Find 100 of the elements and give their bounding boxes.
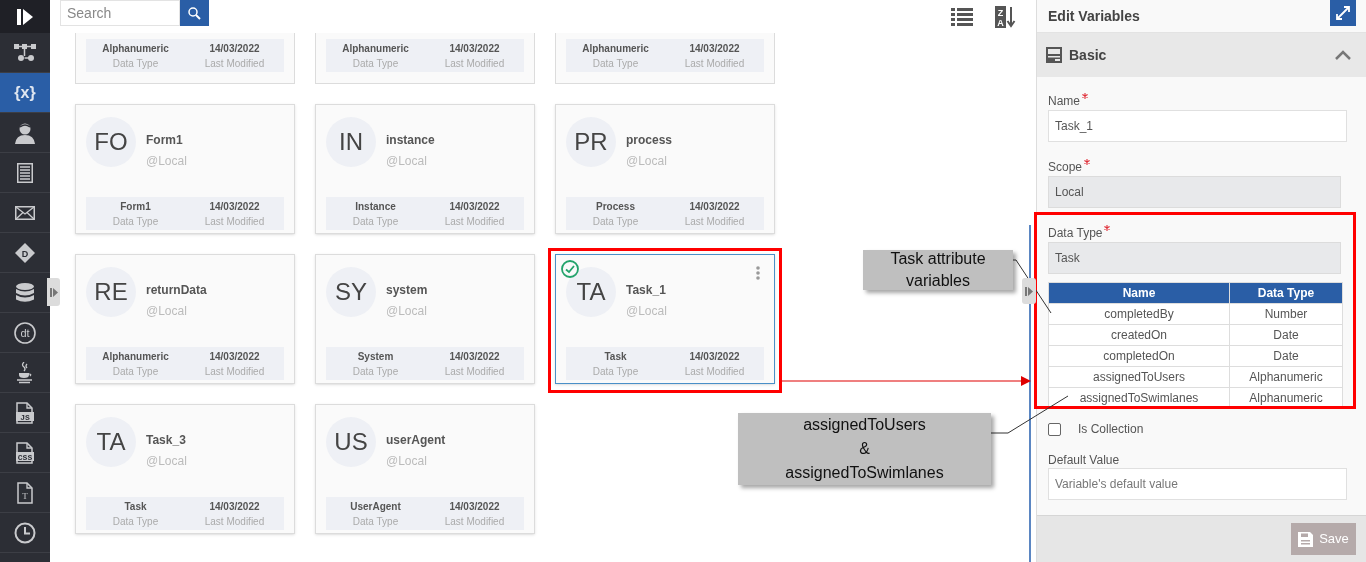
avatar: IN (326, 117, 376, 167)
last-modified-label: Last Modified (204, 214, 265, 229)
last-modified-label: Last Modified (444, 56, 505, 71)
last-modified-value: 14/03/2022 (209, 499, 260, 514)
last-modified-value: 14/03/2022 (449, 349, 500, 364)
variable-card[interactable]: FO Form1 @Local Form1 Data Type 14/03/2022 Last Modified (75, 104, 295, 234)
variable-card[interactable]: US userAgent @Local UserAgent Data Type 14/03/2022 Last Modified (315, 404, 535, 534)
table-cell: Date (1229, 345, 1343, 367)
avatar: FO (86, 117, 136, 167)
field-label: Scope (1048, 159, 1083, 176)
variable-card[interactable]: PR process @Local Process Data Type 14/03/2022 Last Modified (555, 104, 775, 234)
table-cell: createdOn (1048, 324, 1230, 346)
variable-name: process (626, 133, 673, 148)
last-modified-value: 14/03/2022 (689, 41, 740, 56)
data-type-label: Data Type (352, 364, 399, 379)
data-type-label: Data Type (352, 514, 399, 529)
text-field[interactable]: Task_1 (1048, 110, 1347, 142)
table-cell: assignedToSwimlanes (1048, 387, 1230, 409)
last-modified-label: Last Modified (204, 514, 265, 529)
sort-button[interactable]: Z A (994, 4, 1018, 29)
callout-text: variables (906, 271, 970, 291)
expand-icon (49, 287, 58, 297)
variable-card[interactable]: IN instance @Local Instance Data Type 14/03/2022 Last Modified (315, 104, 535, 234)
data-type-label: Data Type (112, 56, 159, 71)
data-type-label: Data Type (112, 364, 159, 379)
data-type-value: Instance (355, 199, 396, 214)
chevron-up-icon (1335, 50, 1351, 60)
flow-diagram-icon (14, 43, 36, 62)
avatar: US (326, 417, 376, 467)
avatar: TA (566, 267, 616, 317)
last-modified-value: 14/03/2022 (449, 41, 500, 56)
variable-scope: @Local (146, 454, 187, 469)
data-type-label: Data Type (592, 364, 639, 379)
more-options-button[interactable] (756, 266, 760, 280)
variable-card[interactable]: RE returnData @Local Alphanumeric Data Type 14/03/2022 Last Modified (75, 254, 295, 384)
datatable-icon: dt (14, 321, 36, 344)
document-icon (17, 162, 33, 183)
variable-card[interactable]: TA Task_1 @Local Task Data Type 14/03/2022 Last Modified (555, 254, 775, 384)
expand-arrows-icon (1336, 6, 1350, 20)
data-type-value: Alphanumeric (582, 41, 649, 56)
variable-card[interactable]: Alphanumeric Data Type 14/03/2022 Last Modified (555, 33, 775, 84)
expand-button[interactable] (1330, 0, 1356, 26)
data-type-value: Process (596, 199, 635, 214)
code-file-icon: JS (16, 401, 34, 424)
data-type-label: Data Type (112, 514, 159, 529)
variable-name: system (386, 283, 428, 298)
field-label: Data Type (1048, 225, 1103, 242)
variable-scope: @Local (386, 454, 428, 469)
table-cell: assignedToUsers (1048, 366, 1230, 388)
field-label: Name (1048, 93, 1080, 110)
data-type-value: Alphanumeric (102, 41, 169, 56)
column-header: Data Type (1229, 282, 1343, 304)
data-type-value: Form1 (120, 199, 151, 214)
checkbox[interactable] (1048, 422, 1061, 436)
variable-name: userAgent (386, 433, 446, 448)
section-header[interactable]: Basic (1037, 33, 1366, 77)
panel-title: Edit Variables (1048, 6, 1140, 26)
avatar: SY (326, 267, 376, 317)
variable-scope: @Local (146, 154, 187, 169)
last-modified-label: Last Modified (684, 56, 745, 71)
mail-icon (15, 205, 35, 220)
variable-card[interactable]: Alphanumeric Data Type 14/03/2022 Last Modified (75, 33, 295, 84)
last-modified-label: Last Modified (444, 364, 505, 379)
variable-name: Task_3 (146, 433, 187, 448)
variable-card[interactable]: Alphanumeric Data Type 14/03/2022 Last Modified (315, 33, 535, 84)
last-modified-label: Last Modified (684, 214, 745, 229)
variable-name: instance (386, 133, 435, 148)
variable-scope: @Local (626, 154, 668, 169)
user-icon (15, 121, 35, 144)
last-modified-label: Last Modified (204, 364, 265, 379)
last-modified-value: 14/03/2022 (449, 199, 500, 214)
variable-name: returnData (146, 283, 207, 298)
data-type-value: System (357, 349, 394, 364)
text-file-icon: T (17, 481, 33, 504)
last-modified-label: Last Modified (684, 364, 745, 379)
column-header: Name (1048, 282, 1230, 304)
last-modified-value: 14/03/2022 (209, 349, 260, 364)
variable-scope: @Local (386, 154, 428, 169)
data-type-value: Task (124, 499, 147, 514)
callout-text: assignedToSwimlanes (785, 463, 944, 483)
kebab-menu-icon (756, 266, 760, 280)
clock-icon (14, 521, 36, 544)
variable-card[interactable]: TA Task_3 @Local Task Data Type 14/03/2022 Last Modified (75, 404, 295, 534)
check-circle-icon (561, 260, 579, 278)
avatar: TA (86, 417, 136, 467)
collapse-handle[interactable] (1022, 278, 1036, 304)
sidebar-item[interactable]: {x} (0, 73, 50, 113)
search-button[interactable] (180, 0, 209, 26)
last-modified-label: Last Modified (204, 56, 265, 71)
checkbox-label: Is Collection (1078, 421, 1144, 438)
data-type-value: Task (604, 349, 627, 364)
logo-icon (16, 7, 34, 26)
search-field[interactable]: Search (60, 0, 180, 26)
collapse-handle[interactable] (47, 278, 60, 306)
data-type-label: Data Type (592, 214, 639, 229)
coffee-cup-icon (16, 361, 34, 384)
table-cell: Number (1229, 303, 1343, 325)
default-value-field[interactable]: Variable's default value (1048, 468, 1347, 500)
variable-card[interactable]: SY system @Local System Data Type 14/03/2022 Last Modified (315, 254, 535, 384)
table-cell: completedOn (1048, 345, 1230, 367)
